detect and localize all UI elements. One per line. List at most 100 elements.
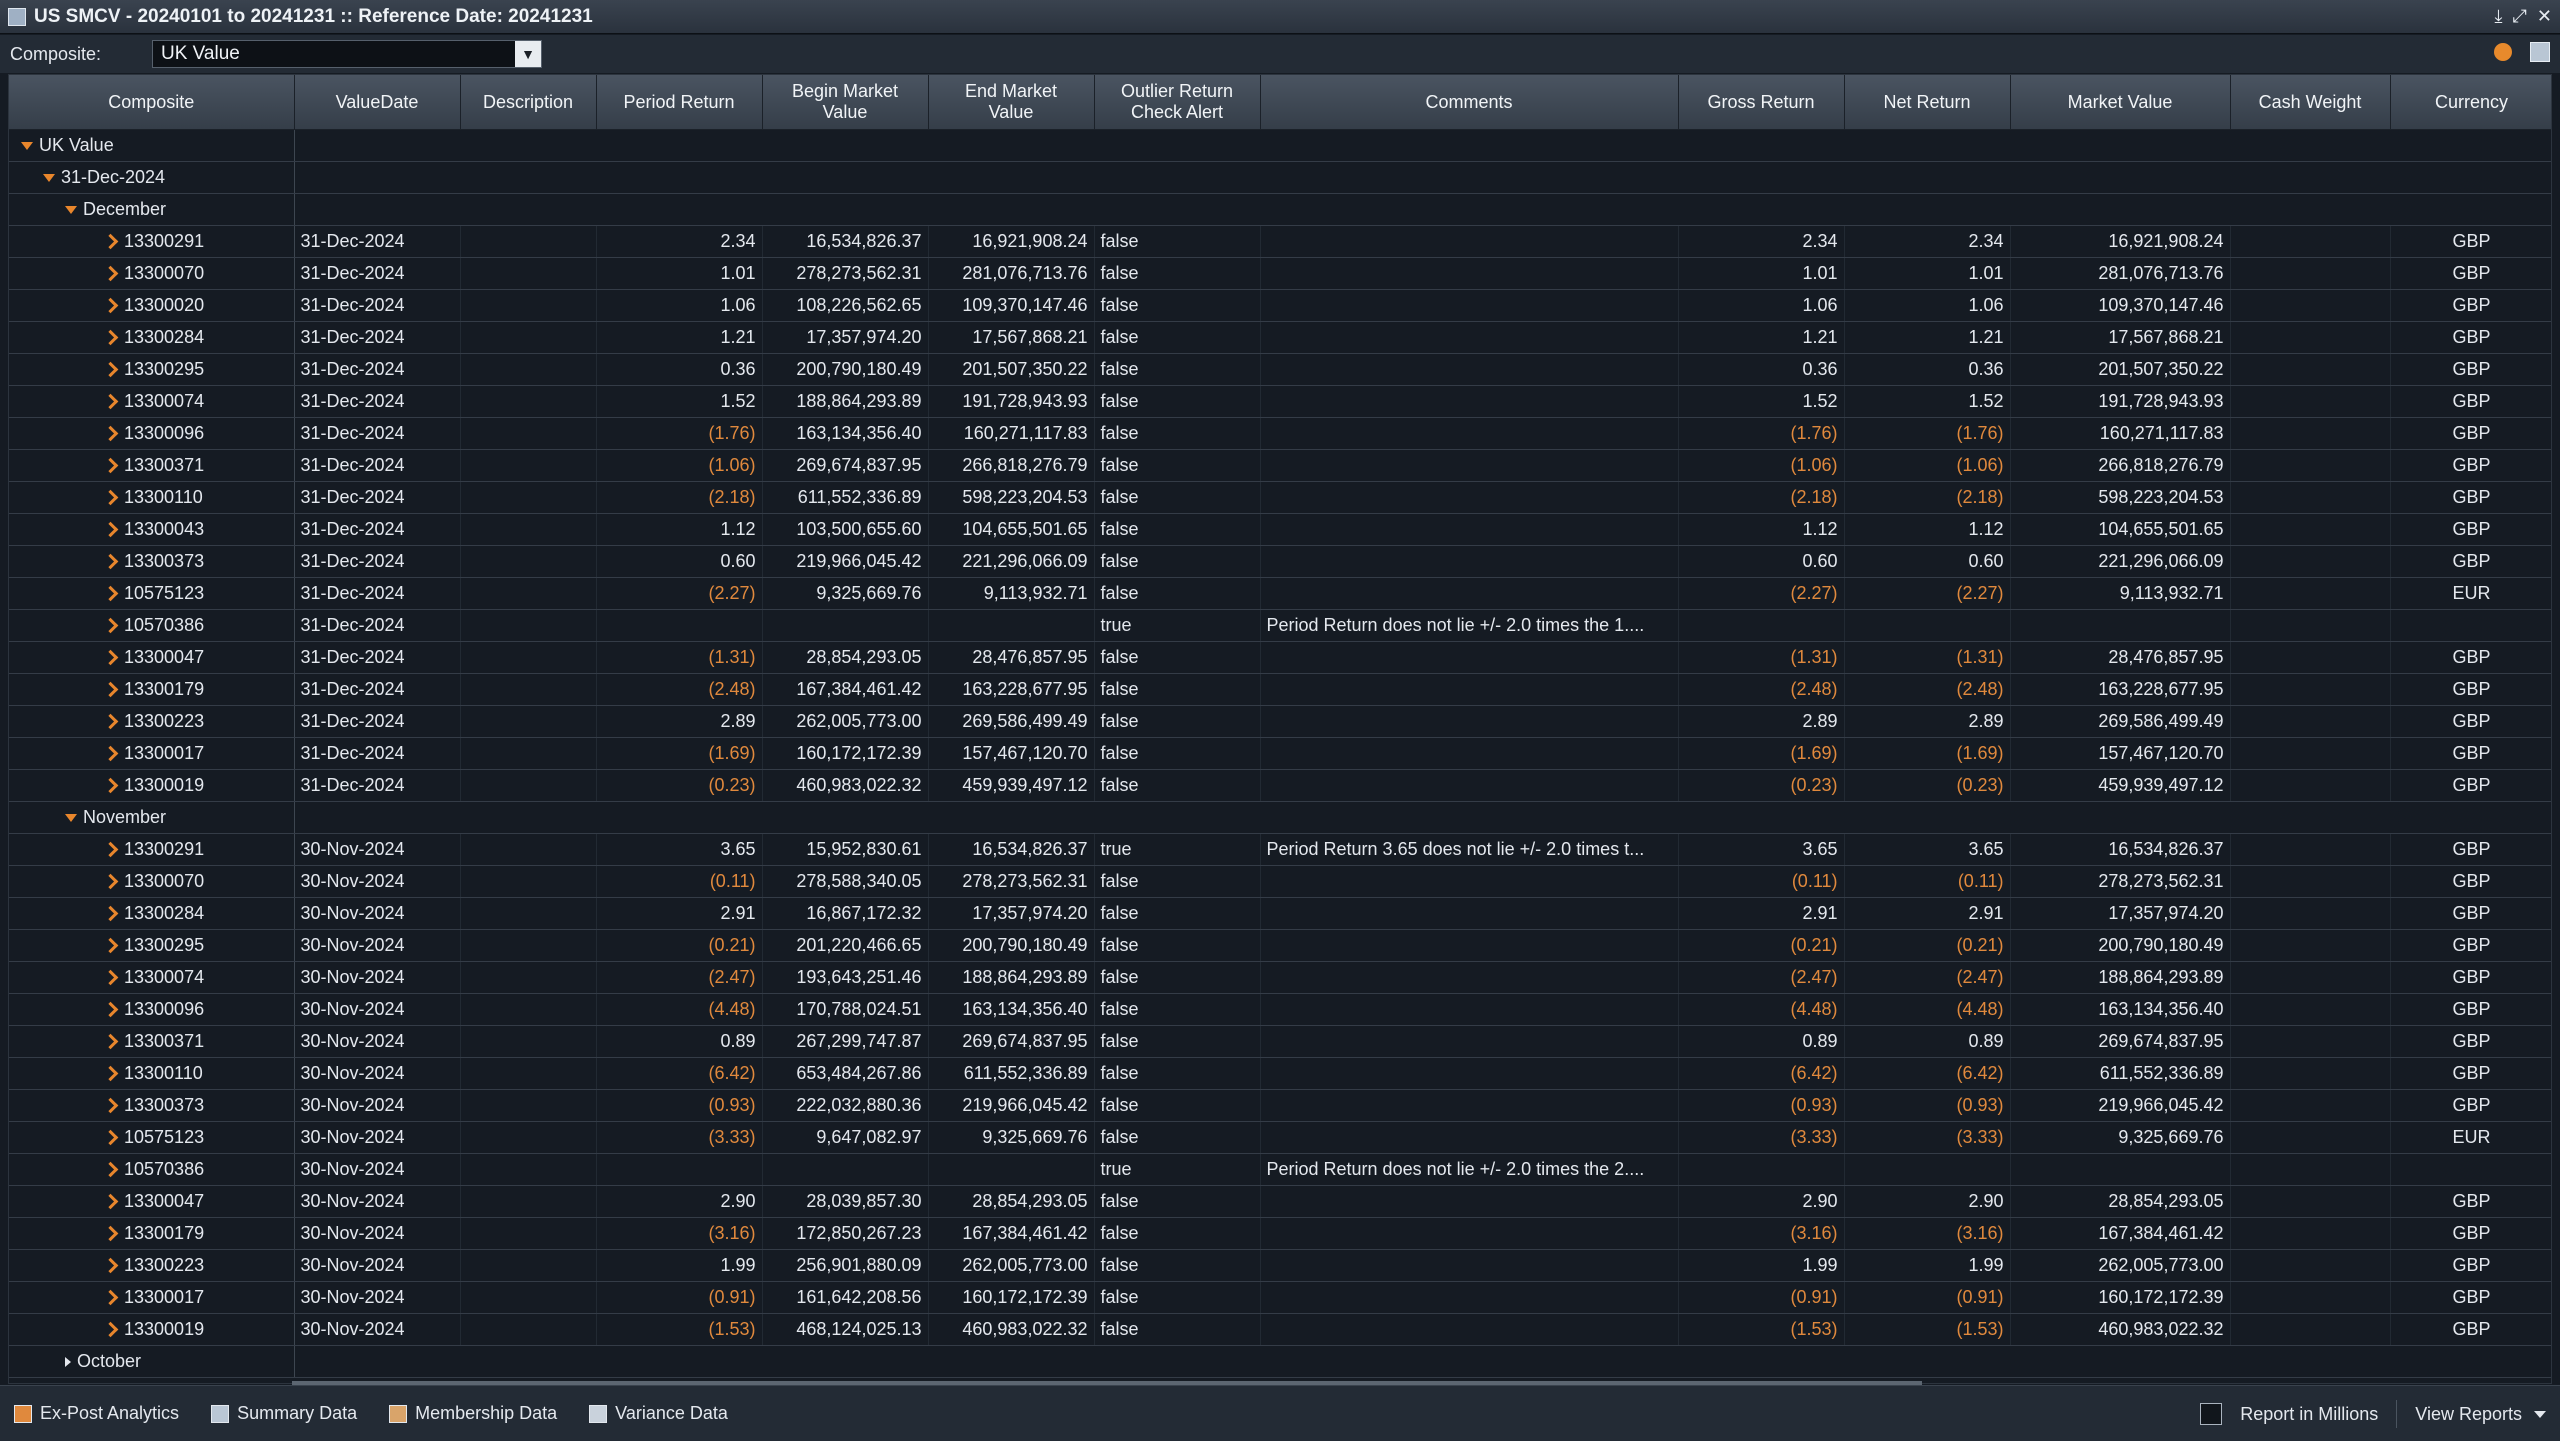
table-row[interactable]: 13300020 31-Dec-2024 1.06 108,226,562.65 109… [9, 289, 2551, 322]
tree-node-month[interactable]: December [9, 193, 2551, 226]
table-row[interactable]: 13300070 31-Dec-2024 1.01 278,273,562.31 281… [9, 257, 2551, 290]
table-row[interactable]: 13300179 31-Dec-2024 (2.48) 167,384,461.42 1… [9, 673, 2551, 706]
collapse-triangle-icon[interactable] [21, 142, 33, 151]
table-row[interactable]: 13300074 30-Nov-2024 (2.47) 193,643,251.46 1… [9, 961, 2551, 994]
download-icon[interactable]: ⤓ [2495, 6, 2503, 27]
chevron-right-icon[interactable] [102, 905, 119, 922]
column-header[interactable]: Comments [1260, 75, 1679, 130]
status-indicator-icon[interactable] [2494, 43, 2512, 61]
tree-node-month[interactable]: October [9, 1345, 2551, 1378]
table-row[interactable]: 13300047 31-Dec-2024 (1.31) 28,854,293.05 28… [9, 641, 2551, 674]
chevron-right-icon[interactable] [102, 1001, 119, 1018]
chevron-right-icon[interactable] [102, 1129, 119, 1146]
table-row[interactable]: 13300373 30-Nov-2024 (0.93) 222,032,880.36 2… [9, 1089, 2551, 1122]
chevron-right-icon[interactable] [102, 1257, 119, 1274]
chevron-right-icon[interactable] [102, 265, 119, 282]
column-header[interactable]: Composite [9, 75, 295, 130]
table-row[interactable]: 13300017 30-Nov-2024 (0.91) 161,642,208.56 1… [9, 1281, 2551, 1314]
table-row[interactable]: 13300371 31-Dec-2024 (1.06) 269,674,837.95 2… [9, 449, 2551, 482]
tab-variance-data[interactable]: Variance Data [589, 1403, 728, 1424]
column-header[interactable]: Currency [2390, 75, 2551, 130]
chevron-right-icon[interactable] [102, 233, 119, 250]
table-row[interactable]: 13300295 30-Nov-2024 (0.21) 201,220,466.65 2… [9, 929, 2551, 962]
table-row[interactable]: 13300373 31-Dec-2024 0.60 219,966,045.42 221… [9, 545, 2551, 578]
chevron-right-icon[interactable] [102, 329, 119, 346]
tab-summary-data[interactable]: Summary Data [211, 1403, 357, 1424]
maximize-icon[interactable]: ⤢ [2513, 6, 2527, 27]
chevron-right-icon[interactable] [102, 1289, 119, 1306]
chevron-right-icon[interactable] [102, 1193, 119, 1210]
view-reports-button[interactable]: View Reports [2415, 1404, 2546, 1425]
column-header[interactable]: Begin Market Value [762, 75, 929, 130]
column-header[interactable]: Period Return [596, 75, 763, 130]
expand-triangle-icon[interactable] [65, 1357, 71, 1368]
table-row[interactable]: 13300070 30-Nov-2024 (0.11) 278,588,340.05 2… [9, 865, 2551, 898]
column-header[interactable]: Description [460, 75, 597, 130]
column-header[interactable]: Gross Return [1678, 75, 1845, 130]
table-row[interactable]: 13300284 30-Nov-2024 2.91 16,867,172.32 17,3… [9, 897, 2551, 930]
table-row[interactable]: 13300291 31-Dec-2024 2.34 16,534,826.37 16,9… [9, 225, 2551, 258]
tree-node-month[interactable]: November [9, 801, 2551, 834]
table-row[interactable]: 13300371 30-Nov-2024 0.89 267,299,747.87 269… [9, 1025, 2551, 1058]
composite-select[interactable]: UK Value ▼ [152, 40, 542, 68]
column-header[interactable]: Market Value [2010, 75, 2231, 130]
chevron-right-icon[interactable] [102, 425, 119, 442]
table-row[interactable]: 13300047 30-Nov-2024 2.90 28,039,857.30 28,8… [9, 1185, 2551, 1218]
chevron-right-icon[interactable] [102, 969, 119, 986]
tab-membership-data[interactable]: Membership Data [389, 1403, 557, 1424]
table-row[interactable]: 10575123 31-Dec-2024 (2.27) 9,325,669.76 9,1… [9, 577, 2551, 610]
table-row[interactable]: 13300284 31-Dec-2024 1.21 17,357,974.20 17,5… [9, 321, 2551, 354]
chevron-right-icon[interactable] [102, 777, 119, 794]
chevron-right-icon[interactable] [102, 1065, 119, 1082]
chevron-right-icon[interactable] [102, 1097, 119, 1114]
table-row[interactable]: 13300019 30-Nov-2024 (1.53) 468,124,025.13 4… [9, 1313, 2551, 1346]
table-row[interactable]: 13300295 31-Dec-2024 0.36 200,790,180.49 201… [9, 353, 2551, 386]
chevron-right-icon[interactable] [102, 1161, 119, 1178]
table-row[interactable]: 13300223 31-Dec-2024 2.89 262,005,773.00 269… [9, 705, 2551, 738]
chevron-right-icon[interactable] [102, 489, 119, 506]
table-row[interactable]: 13300074 31-Dec-2024 1.52 188,864,293.89 191… [9, 385, 2551, 418]
table-row[interactable]: 10570386 31-Dec-2024 true Period Return doe… [9, 609, 2551, 642]
chevron-right-icon[interactable] [102, 745, 119, 762]
collapse-triangle-icon[interactable] [65, 814, 77, 823]
chevron-right-icon[interactable] [102, 1321, 119, 1338]
chevron-right-icon[interactable] [102, 649, 119, 666]
table-row[interactable]: 13300019 31-Dec-2024 (0.23) 460,983,022.32 4… [9, 769, 2551, 802]
table-row[interactable]: 10570386 30-Nov-2024 true Period Return doe… [9, 1153, 2551, 1186]
chevron-right-icon[interactable] [102, 713, 119, 730]
tab-ex-post-analytics[interactable]: Ex-Post Analytics [14, 1403, 179, 1424]
report-in-millions-checkbox[interactable] [2200, 1403, 2223, 1425]
table-row[interactable]: 13300017 31-Dec-2024 (1.69) 160,172,172.39 1… [9, 737, 2551, 770]
table-row[interactable]: 13300043 31-Dec-2024 1.12 103,500,655.60 104… [9, 513, 2551, 546]
chevron-right-icon[interactable] [102, 297, 119, 314]
column-header[interactable]: Net Return [1844, 75, 2011, 130]
chevron-right-icon[interactable] [102, 457, 119, 474]
table-row[interactable]: 13300110 30-Nov-2024 (6.42) 653,484,267.86 6… [9, 1057, 2551, 1090]
table-row[interactable]: 13300110 31-Dec-2024 (2.18) 611,552,336.89 5… [9, 481, 2551, 514]
chevron-right-icon[interactable] [102, 937, 119, 954]
table-row[interactable]: 13300096 31-Dec-2024 (1.76) 163,134,356.40 1… [9, 417, 2551, 450]
chevron-right-icon[interactable] [102, 393, 119, 410]
chevron-right-icon[interactable] [102, 521, 119, 538]
chevron-right-icon[interactable] [102, 361, 119, 378]
chevron-right-icon[interactable] [102, 841, 119, 858]
chevron-right-icon[interactable] [102, 553, 119, 570]
chevron-right-icon[interactable] [102, 873, 119, 890]
chevron-right-icon[interactable] [102, 585, 119, 602]
column-header[interactable]: Cash Weight [2230, 75, 2391, 130]
table-row[interactable]: 13300096 30-Nov-2024 (4.48) 170,788,024.51 1… [9, 993, 2551, 1026]
table-row[interactable]: 13300291 30-Nov-2024 3.65 15,952,830.61 16,5… [9, 833, 2551, 866]
column-header[interactable]: ValueDate [294, 75, 461, 130]
save-icon[interactable] [2530, 42, 2550, 62]
column-header[interactable]: Outlier Return Check Alert [1094, 75, 1261, 130]
column-header[interactable]: End Market Value [928, 75, 1095, 130]
table-row[interactable]: 13300223 30-Nov-2024 1.99 256,901,880.09 262… [9, 1249, 2551, 1282]
table-row[interactable]: 13300179 30-Nov-2024 (3.16) 172,850,267.23 1… [9, 1217, 2551, 1250]
table-row[interactable]: 10575123 30-Nov-2024 (3.33) 9,647,082.97 9,3… [9, 1121, 2551, 1154]
collapse-triangle-icon[interactable] [43, 174, 55, 183]
chevron-right-icon[interactable] [102, 681, 119, 698]
chevron-right-icon[interactable] [102, 1033, 119, 1050]
chevron-right-icon[interactable] [102, 1225, 119, 1242]
chevron-right-icon[interactable] [102, 617, 119, 634]
collapse-triangle-icon[interactable] [65, 206, 77, 215]
